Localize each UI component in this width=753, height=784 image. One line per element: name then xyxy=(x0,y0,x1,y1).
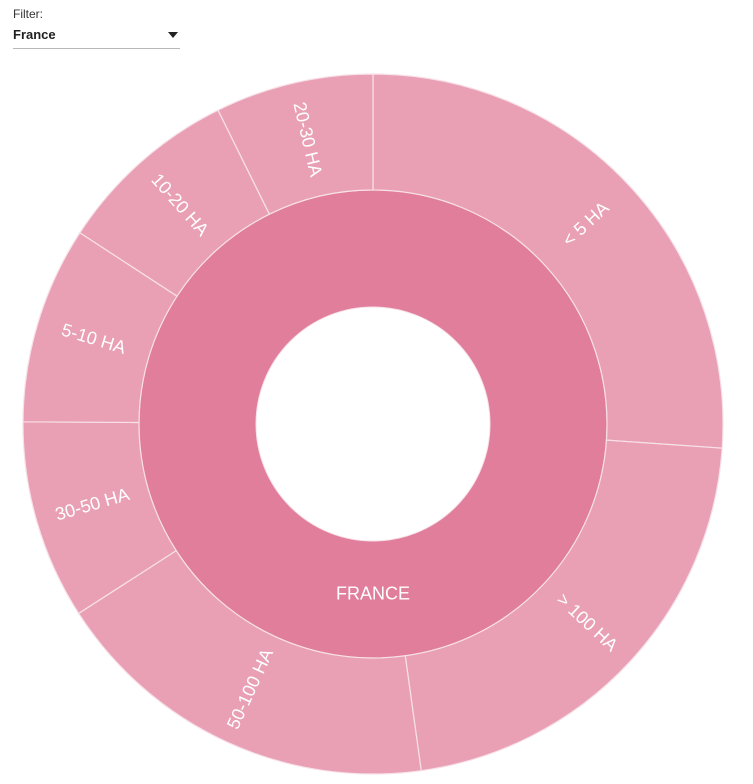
sunburst-chart: FRANCE< 5 HA> 100 HA50-100 HA30-50 HA5-1… xyxy=(22,73,724,775)
sunburst-root-segment[interactable] xyxy=(138,189,608,659)
